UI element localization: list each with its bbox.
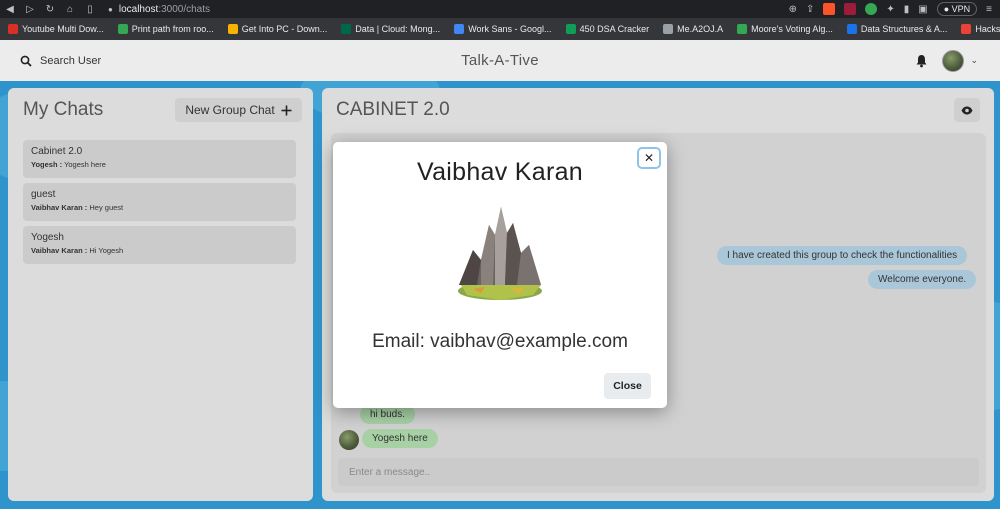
chat-preview-sender: Vaibhav Karan : (31, 246, 88, 255)
bookmark-label: Work Sans - Googl... (468, 24, 552, 34)
bell-icon[interactable] (915, 54, 928, 68)
modal-user-name: Vaibhav Karan (416, 158, 584, 186)
new-group-chat-label: New Group Chat (185, 103, 275, 117)
bookmark-item[interactable]: 450 DSA Cracker (565, 24, 650, 34)
brave-rewards-icon[interactable] (844, 3, 857, 15)
bookmark-label: Me.A2OJ.A (677, 24, 724, 34)
modal-user-email: Email: vaibhav@example.com (372, 331, 628, 352)
profile-modal: ✕ Vaibhav Karan Email: vaibhav@example.c… (333, 142, 667, 408)
chat-preview-sender: Yogesh : (31, 160, 63, 169)
wallet-icon[interactable]: ▣ (918, 4, 927, 15)
chat-name: Yogesh (31, 232, 64, 243)
bookmark-label: Get Into PC - Down... (241, 24, 328, 34)
back-icon[interactable]: ◀ (0, 4, 20, 15)
search-icon (20, 55, 32, 67)
lock-icon: ● (108, 4, 113, 14)
profile-menu-button[interactable]: ⌄ (942, 49, 978, 72)
profile-picture (458, 207, 542, 300)
brave-shield-icon[interactable] (823, 3, 836, 15)
share-icon[interactable]: ⇪ (806, 4, 814, 15)
search-user-label: Search User (40, 54, 102, 67)
url-host: localhost (118, 3, 159, 15)
menu-icon[interactable]: ≡ (986, 4, 992, 15)
bookmark-favicon-icon (227, 24, 238, 34)
chat-list-item[interactable]: Yogesh Vaibhav Karan : Hi Yogesh (23, 226, 296, 264)
chat-preview: Yogesh : Yogesh here (31, 160, 288, 169)
forward-icon[interactable]: ▷ (20, 4, 40, 15)
chat-title: CABINET 2.0 (336, 99, 450, 120)
view-group-button[interactable] (954, 98, 980, 122)
plus-icon (281, 105, 292, 115)
chat-list: Cabinet 2.0 Yogesh : Yogesh here guest V… (23, 140, 296, 269)
bookmark-label: Print path from roo... (131, 24, 214, 34)
my-chats-panel: My Chats New Group Chat Cabinet 2.0 Yoge… (8, 88, 313, 501)
bookmark-favicon-icon (341, 24, 352, 34)
bookmark-item[interactable]: Work Sans - Googl... (454, 24, 552, 34)
bookmarks-bar: Youtube Multi Dow... Print path from roo… (0, 18, 1000, 40)
vpn-button[interactable]: ● VPN (936, 2, 978, 16)
chat-preview-text: Yogesh here (62, 160, 106, 169)
bookmark-favicon-icon (454, 24, 465, 34)
app-header: Search User Talk-A-Tive ⌄ (0, 40, 1000, 81)
chat-preview-sender: Vaibhav Karan : (31, 203, 88, 212)
chat-name: guest (31, 189, 56, 200)
bookmark-item[interactable]: Hacksnation.com (961, 24, 1000, 34)
bookmark-label: Data | Cloud: Mong... (355, 24, 441, 34)
chat-list-item[interactable]: Cabinet 2.0 Yogesh : Yogesh here (23, 140, 296, 178)
new-group-chat-button[interactable]: New Group Chat (175, 98, 302, 122)
chat-preview-text: Hey guest (87, 203, 124, 212)
bookmark-favicon-icon (565, 24, 576, 34)
chat-list-item[interactable]: guest Vaibhav Karan : Hey guest (23, 183, 296, 221)
search-user-button[interactable]: Search User (12, 49, 109, 73)
bookmark-favicon-icon (663, 24, 674, 34)
message-bubble: Yogesh here (362, 429, 438, 448)
bookmark-label: Youtube Multi Dow... (22, 24, 104, 34)
bookmark-label: Moore's Voting Alg... (751, 24, 833, 34)
bookmark-favicon-icon (8, 24, 18, 34)
extensions-icon[interactable]: ✦ (886, 4, 894, 15)
url-path: :3000/chats (158, 3, 211, 15)
zoom-icon[interactable]: ⊕ (789, 4, 797, 15)
bookmark-favicon-icon (117, 24, 128, 34)
chat-preview: Vaibhav Karan : Hi Yogesh (31, 246, 288, 255)
avatar (942, 49, 965, 72)
bookmark-label: 450 DSA Cracker (579, 24, 650, 34)
bookmark-item[interactable]: Print path from roo... (117, 24, 214, 34)
message-bubble: I have created this group to check the f… (717, 246, 968, 265)
bookmark-favicon-icon (737, 24, 748, 34)
bookmark-label: Data Structures & A... (860, 24, 948, 34)
reload-icon[interactable]: ↻ (40, 4, 60, 15)
close-button[interactable]: Close (604, 373, 651, 399)
bookmark-item[interactable]: Data | Cloud: Mong... (341, 24, 440, 34)
app-title: Talk-A-Tive (461, 52, 539, 69)
chat-name: Cabinet 2.0 (31, 146, 83, 157)
my-chats-title: My Chats (23, 99, 104, 120)
eye-icon (961, 106, 973, 114)
bookmark-item[interactable]: Get Into PC - Down... (227, 24, 328, 34)
chat-preview: Vaibhav Karan : Hey guest (31, 203, 288, 212)
extension-green-icon[interactable] (865, 3, 878, 15)
vpn-label: VPN (951, 4, 971, 14)
bookmark-favicon-icon (961, 24, 972, 34)
sidebar-icon[interactable]: ▮ (904, 4, 910, 15)
address-bar[interactable]: ● localhost:3000/chats (108, 4, 210, 15)
chevron-down-icon: ⌄ (970, 55, 978, 65)
bookmark-item[interactable]: Moore's Voting Alg... (737, 24, 833, 34)
message-bubble: Welcome everyone. (868, 270, 977, 289)
bookmark-label: Hacksnation.com (975, 24, 1000, 34)
bookmark-item[interactable]: Me.A2OJ.A (663, 24, 723, 34)
bookmark-favicon-icon (846, 24, 857, 34)
avatar[interactable] (339, 430, 359, 450)
message-input[interactable] (338, 458, 979, 486)
bookmark-icon[interactable]: ▯ (80, 4, 100, 15)
bookmark-item[interactable]: Data Structures & A... (846, 24, 948, 34)
browser-toolbar: ◀ ▷ ↻ ⌂ ▯ ● localhost:3000/chats ⊕ ⇪ ✦ ▮… (0, 0, 1000, 18)
bookmark-item[interactable]: Youtube Multi Dow... (8, 24, 104, 34)
chat-preview-text: Hi Yogesh (87, 246, 124, 255)
home-icon[interactable]: ⌂ (60, 4, 80, 15)
